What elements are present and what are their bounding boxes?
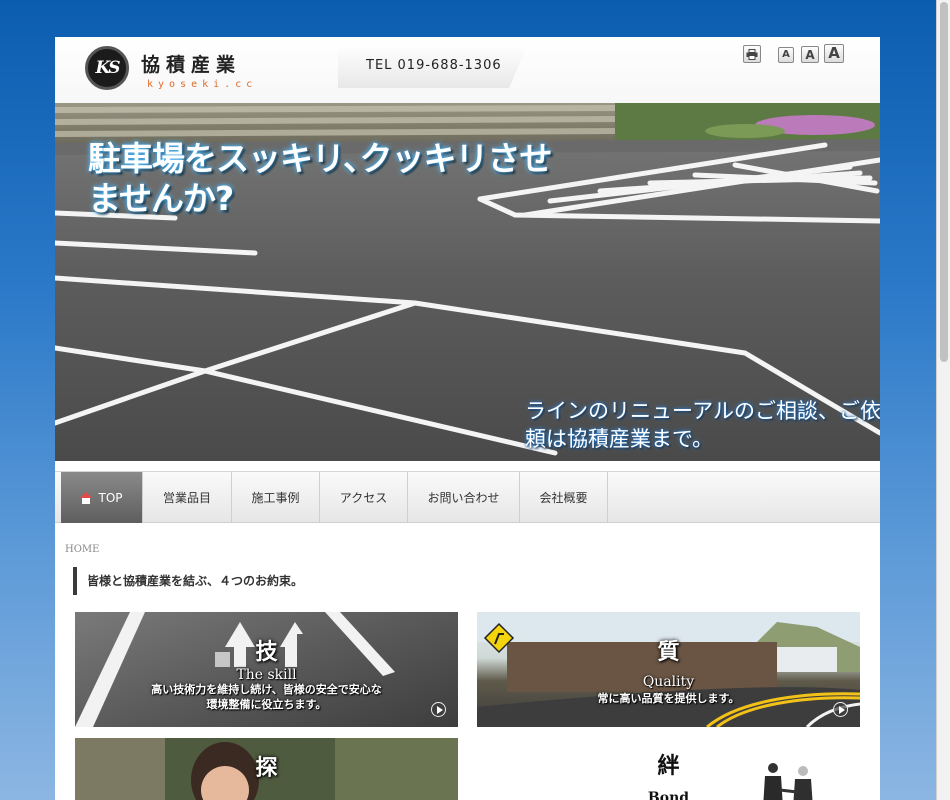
nav-item-products[interactable]: 営業品目 bbox=[143, 472, 232, 523]
font-size-medium-button[interactable]: A bbox=[801, 46, 819, 63]
nav-label-works: 施工事例 bbox=[251, 491, 300, 505]
company-domain: kyoseki.cc bbox=[147, 79, 258, 90]
hero-subtitle: ラインのリニューアルのご相談、ご依頼は協積産業まで。 bbox=[525, 399, 880, 451]
section-heading: 皆様と協積産業を結ぶ、４つのお約束。 bbox=[73, 567, 303, 595]
home-icon bbox=[80, 491, 93, 504]
card-bond-en: Bond bbox=[647, 790, 690, 800]
nav-item-access[interactable]: アクセス bbox=[320, 472, 408, 523]
nav-label-contact: お問い合わせ bbox=[427, 491, 500, 505]
nav-label-company: 会社概要 bbox=[539, 491, 588, 505]
vertical-scrollbar[interactable] bbox=[936, 0, 950, 800]
nav-item-company[interactable]: 会社概要 bbox=[520, 472, 608, 523]
font-size-large-button[interactable]: A bbox=[824, 44, 844, 63]
promise-card-quality[interactable]: 質 Quality 常に高い品質を提供します。 bbox=[477, 612, 860, 727]
breadcrumb-home[interactable]: HOME bbox=[65, 544, 99, 555]
font-size-small-button[interactable]: A bbox=[778, 47, 794, 63]
printer-icon bbox=[746, 48, 758, 60]
card-skill-desc-1: 高い技術力を維持し続け、皆様の安全で安心な bbox=[151, 683, 382, 696]
global-navigation: TOP 営業品目 施工事例 アクセス お問い合わせ 会社概要 bbox=[55, 471, 880, 523]
card-skill-desc-2: 環境整備に役立ちます。 bbox=[206, 698, 327, 711]
nav-item-contact[interactable]: お問い合わせ bbox=[408, 472, 520, 523]
site-header: KS 協積産業 kyoseki.cc TEL 019-688-1306 A A … bbox=[55, 37, 880, 103]
card-quality-desc: 常に高い品質を提供します。 bbox=[597, 692, 740, 705]
tel-banner: TEL 019-688-1306 bbox=[338, 44, 528, 88]
breadcrumb[interactable]: HOME bbox=[65, 544, 99, 555]
nav-item-top[interactable]: TOP bbox=[61, 472, 143, 523]
nav-label-top: TOP bbox=[98, 490, 123, 505]
nav-item-works[interactable]: 施工事例 bbox=[232, 472, 320, 523]
nav-label-access: アクセス bbox=[339, 491, 388, 505]
print-icon[interactable] bbox=[743, 45, 761, 63]
card-quality-title: 質 bbox=[657, 639, 680, 665]
card-bond-title: 絆 bbox=[657, 753, 680, 779]
page-container: KS 協積産業 kyoseki.cc TEL 019-688-1306 A A … bbox=[55, 37, 880, 800]
play-icon[interactable] bbox=[833, 702, 848, 717]
card-skill-en: The skill bbox=[236, 667, 297, 683]
tel-number: TEL 019-688-1306 bbox=[366, 58, 502, 73]
company-logo-icon[interactable]: KS bbox=[85, 46, 129, 90]
logo-mark-text: KS bbox=[95, 58, 120, 78]
play-icon[interactable] bbox=[431, 702, 446, 717]
company-name[interactable]: 協積産業 bbox=[141, 50, 241, 77]
promise-card-search[interactable]: 探 bbox=[75, 738, 458, 800]
hero-title: 駐車場をスッキリ､クッキリさせませんか? bbox=[88, 139, 553, 218]
hero-banner: 駐車場をスッキリ､クッキリさせませんか? ラインのリニューアルのご相談、ご依頼は… bbox=[55, 103, 880, 461]
promise-card-bond[interactable]: 絆 Bond bbox=[477, 738, 860, 800]
card-skill-title: 技 bbox=[255, 639, 278, 665]
promise-card-skill[interactable]: 技 The skill 高い技術力を維持し続け、皆様の安全で安心な 環境整備に役… bbox=[75, 612, 458, 727]
card-search-title: 探 bbox=[255, 755, 278, 781]
card-quality-en: Quality bbox=[642, 674, 695, 690]
road-curve-image bbox=[477, 612, 860, 727]
nav-label-products: 営業品目 bbox=[162, 491, 211, 505]
scrollbar-thumb[interactable] bbox=[940, 2, 948, 362]
